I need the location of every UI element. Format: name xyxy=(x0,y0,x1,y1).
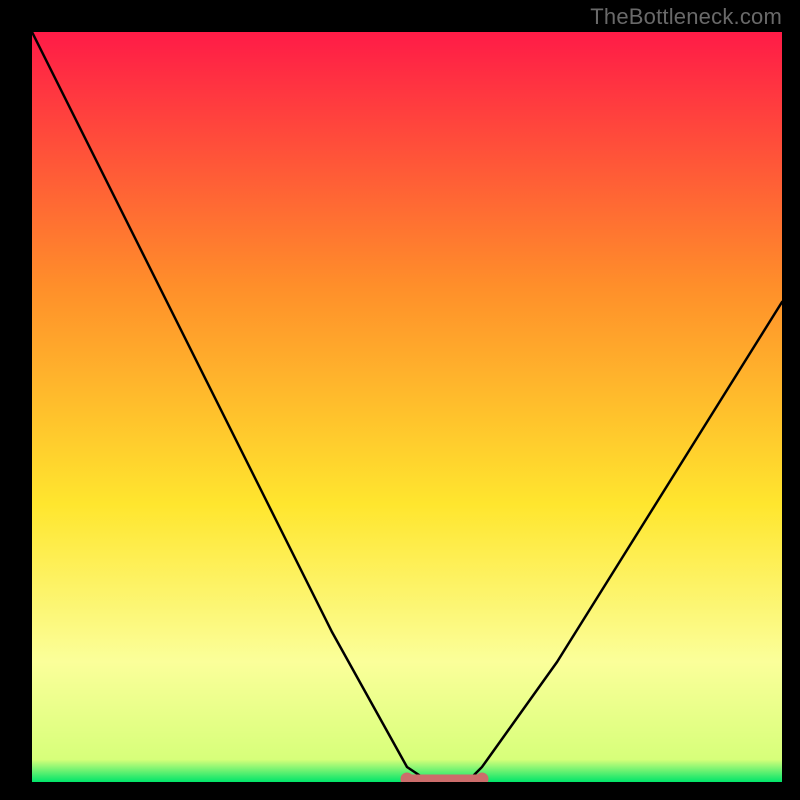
gradient-background xyxy=(32,32,782,782)
bottleneck-plot xyxy=(0,0,800,800)
highlight-end-dot xyxy=(401,773,414,786)
watermark-label: TheBottleneck.com xyxy=(590,4,782,30)
chart-frame: { "watermark": "TheBottleneck.com", "col… xyxy=(0,0,800,800)
highlight-end-dot xyxy=(476,773,489,786)
